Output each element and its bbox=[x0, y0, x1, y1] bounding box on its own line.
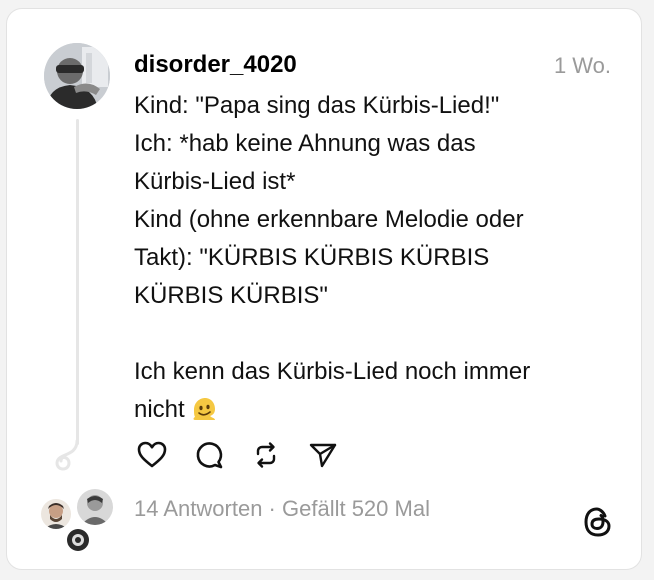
post-line: Kind (ohne erkennbare Melodie oder bbox=[134, 206, 524, 233]
replies-count-link[interactable]: 14 Antworten bbox=[134, 496, 262, 521]
thread-line bbox=[76, 119, 79, 445]
heart-icon bbox=[137, 441, 167, 468]
post-line: Kürbis-Lied ist* bbox=[134, 168, 296, 195]
stats-separator: · bbox=[262, 496, 282, 521]
replier-avatar[interactable] bbox=[75, 487, 115, 527]
comment-icon bbox=[196, 442, 223, 469]
thread-loop-icon bbox=[55, 439, 79, 471]
post-stats: 14 Antworten · Gefällt 520 Mal bbox=[134, 496, 430, 522]
post-line-last: nicht bbox=[134, 391, 614, 429]
repost-button[interactable] bbox=[248, 439, 284, 471]
post-actions bbox=[134, 439, 341, 471]
replier-avatar[interactable] bbox=[39, 497, 73, 531]
likes-count-link[interactable]: Gefällt 520 Mal bbox=[282, 496, 430, 521]
repost-icon bbox=[256, 442, 276, 468]
post-line: Takt): "KÜRBIS KÜRBIS KÜRBIS bbox=[134, 244, 490, 271]
post-line: KÜRBIS KÜRBIS" bbox=[134, 282, 328, 309]
post-text: Kind: "Papa sing das Kürbis-Lied!" Ich: … bbox=[134, 87, 614, 429]
author-username[interactable]: disorder_4020 bbox=[134, 51, 297, 79]
like-button[interactable] bbox=[134, 439, 170, 471]
post-line: Ich kenn das Kürbis-Lied noch immer bbox=[134, 358, 531, 385]
post-line: Kind: "Papa sing das Kürbis-Lied!" bbox=[134, 92, 500, 119]
send-icon bbox=[309, 443, 337, 468]
post-line: Ich: *hab keine Ahnung was das bbox=[134, 130, 476, 157]
threads-post-card: disorder_4020 1 Wo. Kind: "Papa sing das… bbox=[6, 8, 642, 570]
post-line: nicht bbox=[134, 396, 185, 423]
melting-face-emoji bbox=[193, 398, 216, 420]
post-timestamp: 1 Wo. bbox=[553, 53, 611, 78]
replier-avatar[interactable] bbox=[65, 527, 91, 553]
threads-logo-icon[interactable] bbox=[581, 505, 615, 539]
author-avatar[interactable] bbox=[44, 43, 110, 109]
reply-button[interactable] bbox=[191, 439, 227, 471]
share-button[interactable] bbox=[305, 439, 341, 471]
